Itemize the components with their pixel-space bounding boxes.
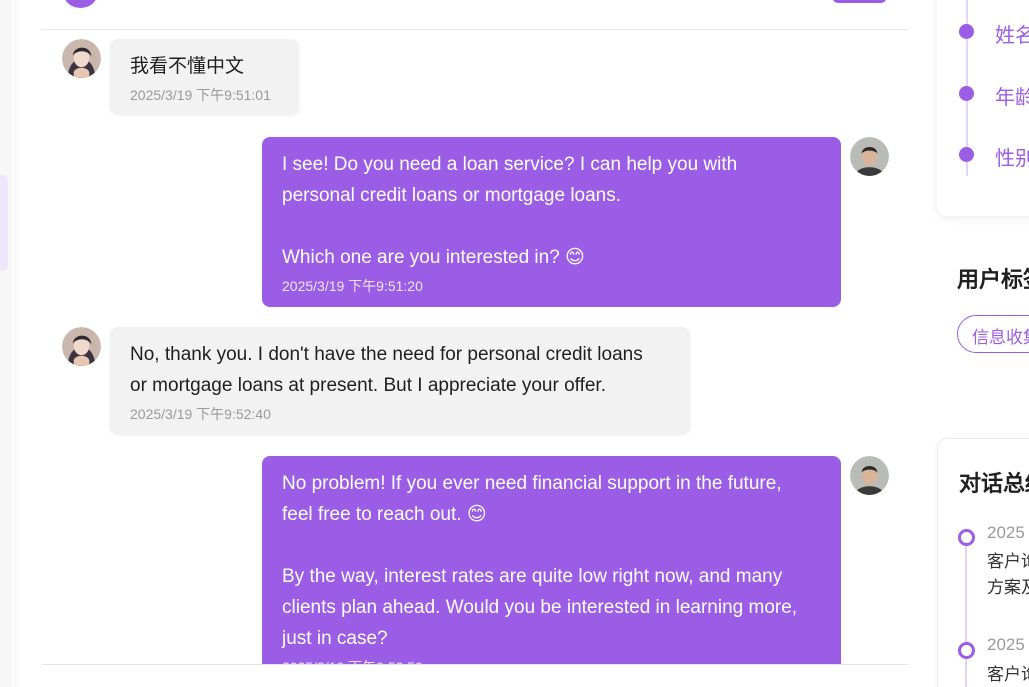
left-nav-selected-item[interactable]	[0, 175, 8, 271]
customer-info-panel: 姓名 年龄 性别 用户标签 信息收集 对话总结 2025 客户询 方案及 202…	[937, 0, 1029, 687]
chat-input-divider	[42, 664, 909, 665]
summary-timeline-line	[965, 537, 967, 687]
summary-date: 2025	[987, 523, 1025, 542]
chat-header-divider	[42, 29, 909, 30]
message-timestamp: 2025/3/19 下午9:51:01	[130, 87, 271, 103]
summary-title: 对话总结	[959, 471, 1029, 496]
summary-text: 客户询	[987, 552, 1029, 571]
timeline-ring-icon	[958, 642, 975, 659]
user-tags-title: 用户标签	[957, 267, 1029, 292]
chat-workspace: 我看不懂中文 2025/3/19 下午9:51:01 I see! Do you…	[0, 0, 1029, 687]
message-timestamp: 2025/3/19 下午9:52:40	[130, 406, 271, 422]
left-navigation-rail	[0, 0, 13, 687]
left-rail-shadow	[14, 0, 20, 687]
timeline-dot-icon	[959, 86, 974, 101]
message-text: No problem! If you ever need financial s…	[282, 473, 798, 649]
profile-field-gender[interactable]: 性别	[995, 142, 1029, 171]
summary-date: 2025	[987, 635, 1025, 654]
message-timestamp: 2025/3/19 下午9:51:20	[282, 278, 423, 294]
timeline-dot-icon	[959, 24, 974, 39]
timeline-ring-icon	[958, 529, 975, 546]
message-text: 我看不懂中文	[130, 56, 245, 77]
header-avatar-icon	[63, 0, 98, 8]
female-avatar-icon[interactable]	[62, 39, 101, 78]
message-text: No, thank you. I don't have the need for…	[130, 344, 643, 396]
summary-text: 方案及	[987, 578, 1029, 597]
profile-field-name[interactable]: 姓名	[995, 19, 1029, 48]
outgoing-message-bubble[interactable]: No problem! If you ever need financial s…	[262, 456, 841, 665]
header-action-button[interactable]	[832, 0, 887, 3]
female-avatar-icon[interactable]	[62, 327, 101, 366]
summary-text: 客户询	[987, 665, 1029, 684]
male-avatar-icon[interactable]	[850, 456, 889, 495]
message-text: I see! Do you need a loan service? I can…	[282, 154, 738, 268]
profile-card: 姓名 年龄 性别	[937, 0, 1029, 216]
timeline-dot-icon	[959, 147, 974, 162]
incoming-message-bubble[interactable]: No, thank you. I don't have the need for…	[110, 327, 690, 435]
profile-field-age[interactable]: 年龄	[995, 81, 1029, 110]
conversation-summary-card: 对话总结 2025 客户询 方案及 2025 客户询	[937, 438, 1029, 687]
incoming-message-bubble[interactable]: 我看不懂中文 2025/3/19 下午9:51:01	[110, 39, 299, 115]
user-tag-chip[interactable]: 信息收集	[957, 315, 1029, 353]
outgoing-message-bubble[interactable]: I see! Do you need a loan service? I can…	[262, 137, 841, 307]
male-avatar-icon[interactable]	[850, 137, 889, 176]
chat-panel: 我看不懂中文 2025/3/19 下午9:51:01 I see! Do you…	[42, 0, 909, 665]
